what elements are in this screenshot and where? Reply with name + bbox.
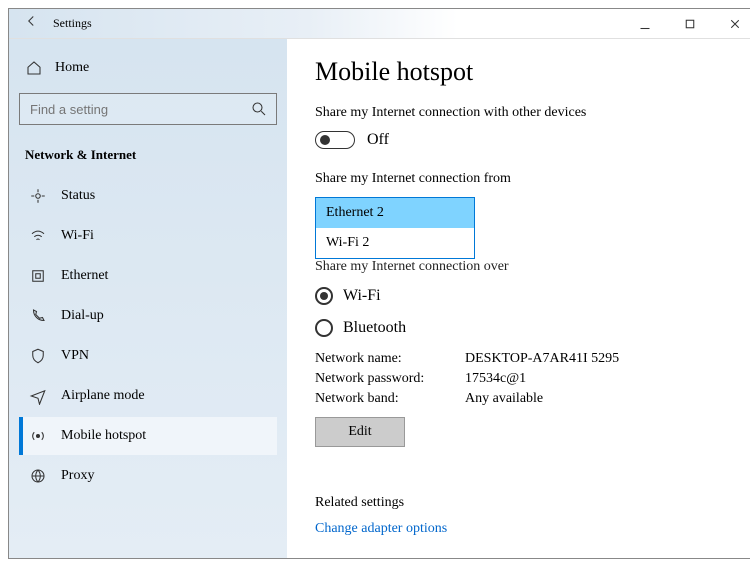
nav-label: Mobile hotspot [61, 428, 146, 444]
network-name-value: DESKTOP-A7AR41I 5295 [465, 351, 729, 367]
section-header: Network & Internet [19, 139, 277, 175]
dropdown-option-selected[interactable]: Ethernet 2 [316, 198, 474, 228]
close-icon [726, 15, 744, 33]
phone-icon [29, 307, 47, 325]
arrow-left-icon [22, 12, 40, 30]
radio-wifi[interactable]: Wi-Fi [315, 287, 729, 305]
radio-icon [315, 319, 333, 337]
radio-bluetooth[interactable]: Bluetooth [315, 319, 729, 337]
share-from-dropdown[interactable]: Ethernet 2 Wi-Fi 2 [315, 197, 475, 259]
dropdown-option[interactable]: Wi-Fi 2 [316, 228, 474, 258]
search-icon [250, 100, 268, 118]
network-band-label: Network band: [315, 391, 465, 407]
maximize-icon [681, 15, 699, 33]
change-adapter-link[interactable]: Change adapter options [315, 521, 729, 537]
nav-wifi[interactable]: Wi-Fi [19, 217, 277, 255]
nav-dialup[interactable]: Dial-up [19, 297, 277, 335]
network-name-label: Network name: [315, 351, 465, 367]
nav-status[interactable]: Status [19, 177, 277, 215]
radio-icon [315, 287, 333, 305]
network-band-value: Any available [465, 391, 729, 407]
nav-label: Ethernet [61, 268, 108, 284]
shield-icon [29, 347, 47, 365]
maximize-button[interactable] [667, 9, 712, 39]
content-pane: Mobile hotspot Share my Internet connect… [287, 39, 750, 558]
airplane-icon [29, 387, 47, 405]
minimize-icon [636, 15, 654, 33]
nav-ethernet[interactable]: Ethernet [19, 257, 277, 295]
status-icon [29, 187, 47, 205]
radio-label: Bluetooth [343, 319, 406, 337]
search-input[interactable] [28, 101, 250, 118]
nav-label: VPN [61, 348, 89, 364]
radio-label: Wi-Fi [343, 287, 381, 305]
edit-button[interactable]: Edit [315, 417, 405, 447]
related-settings-header: Related settings [315, 495, 729, 511]
close-button[interactable] [712, 9, 750, 39]
globe-icon [29, 467, 47, 485]
network-password-label: Network password: [315, 371, 465, 387]
nav-label: Wi-Fi [61, 228, 94, 244]
share-from-label: Share my Internet connection from [315, 171, 729, 187]
minimize-button[interactable] [622, 9, 667, 39]
home-label: Home [55, 60, 89, 76]
back-button[interactable] [9, 12, 53, 35]
toggle-state-text: Off [367, 131, 389, 149]
nav-vpn[interactable]: VPN [19, 337, 277, 375]
network-password-value: 17534c@1 [465, 371, 729, 387]
home-icon [25, 59, 43, 77]
share-over-label: Share my Internet connection over [315, 259, 729, 275]
ethernet-icon [29, 267, 47, 285]
nav-mobile-hotspot[interactable]: Mobile hotspot [19, 417, 277, 455]
nav-label: Dial-up [61, 308, 104, 324]
nav-label: Status [61, 188, 95, 204]
share-toggle-label: Share my Internet connection with other … [315, 105, 729, 121]
search-box[interactable] [19, 93, 277, 125]
nav-label: Proxy [61, 468, 94, 484]
nav-label: Airplane mode [61, 388, 145, 404]
share-toggle[interactable] [315, 131, 355, 149]
page-title: Mobile hotspot [315, 57, 729, 87]
nav-airplane[interactable]: Airplane mode [19, 377, 277, 415]
wifi-icon [29, 227, 47, 245]
hotspot-icon [29, 427, 47, 445]
window-title: Settings [53, 16, 622, 31]
sidebar: Home Network & Internet Status Wi-Fi Eth… [9, 39, 287, 558]
home-link[interactable]: Home [19, 51, 277, 85]
nav-proxy[interactable]: Proxy [19, 457, 277, 495]
